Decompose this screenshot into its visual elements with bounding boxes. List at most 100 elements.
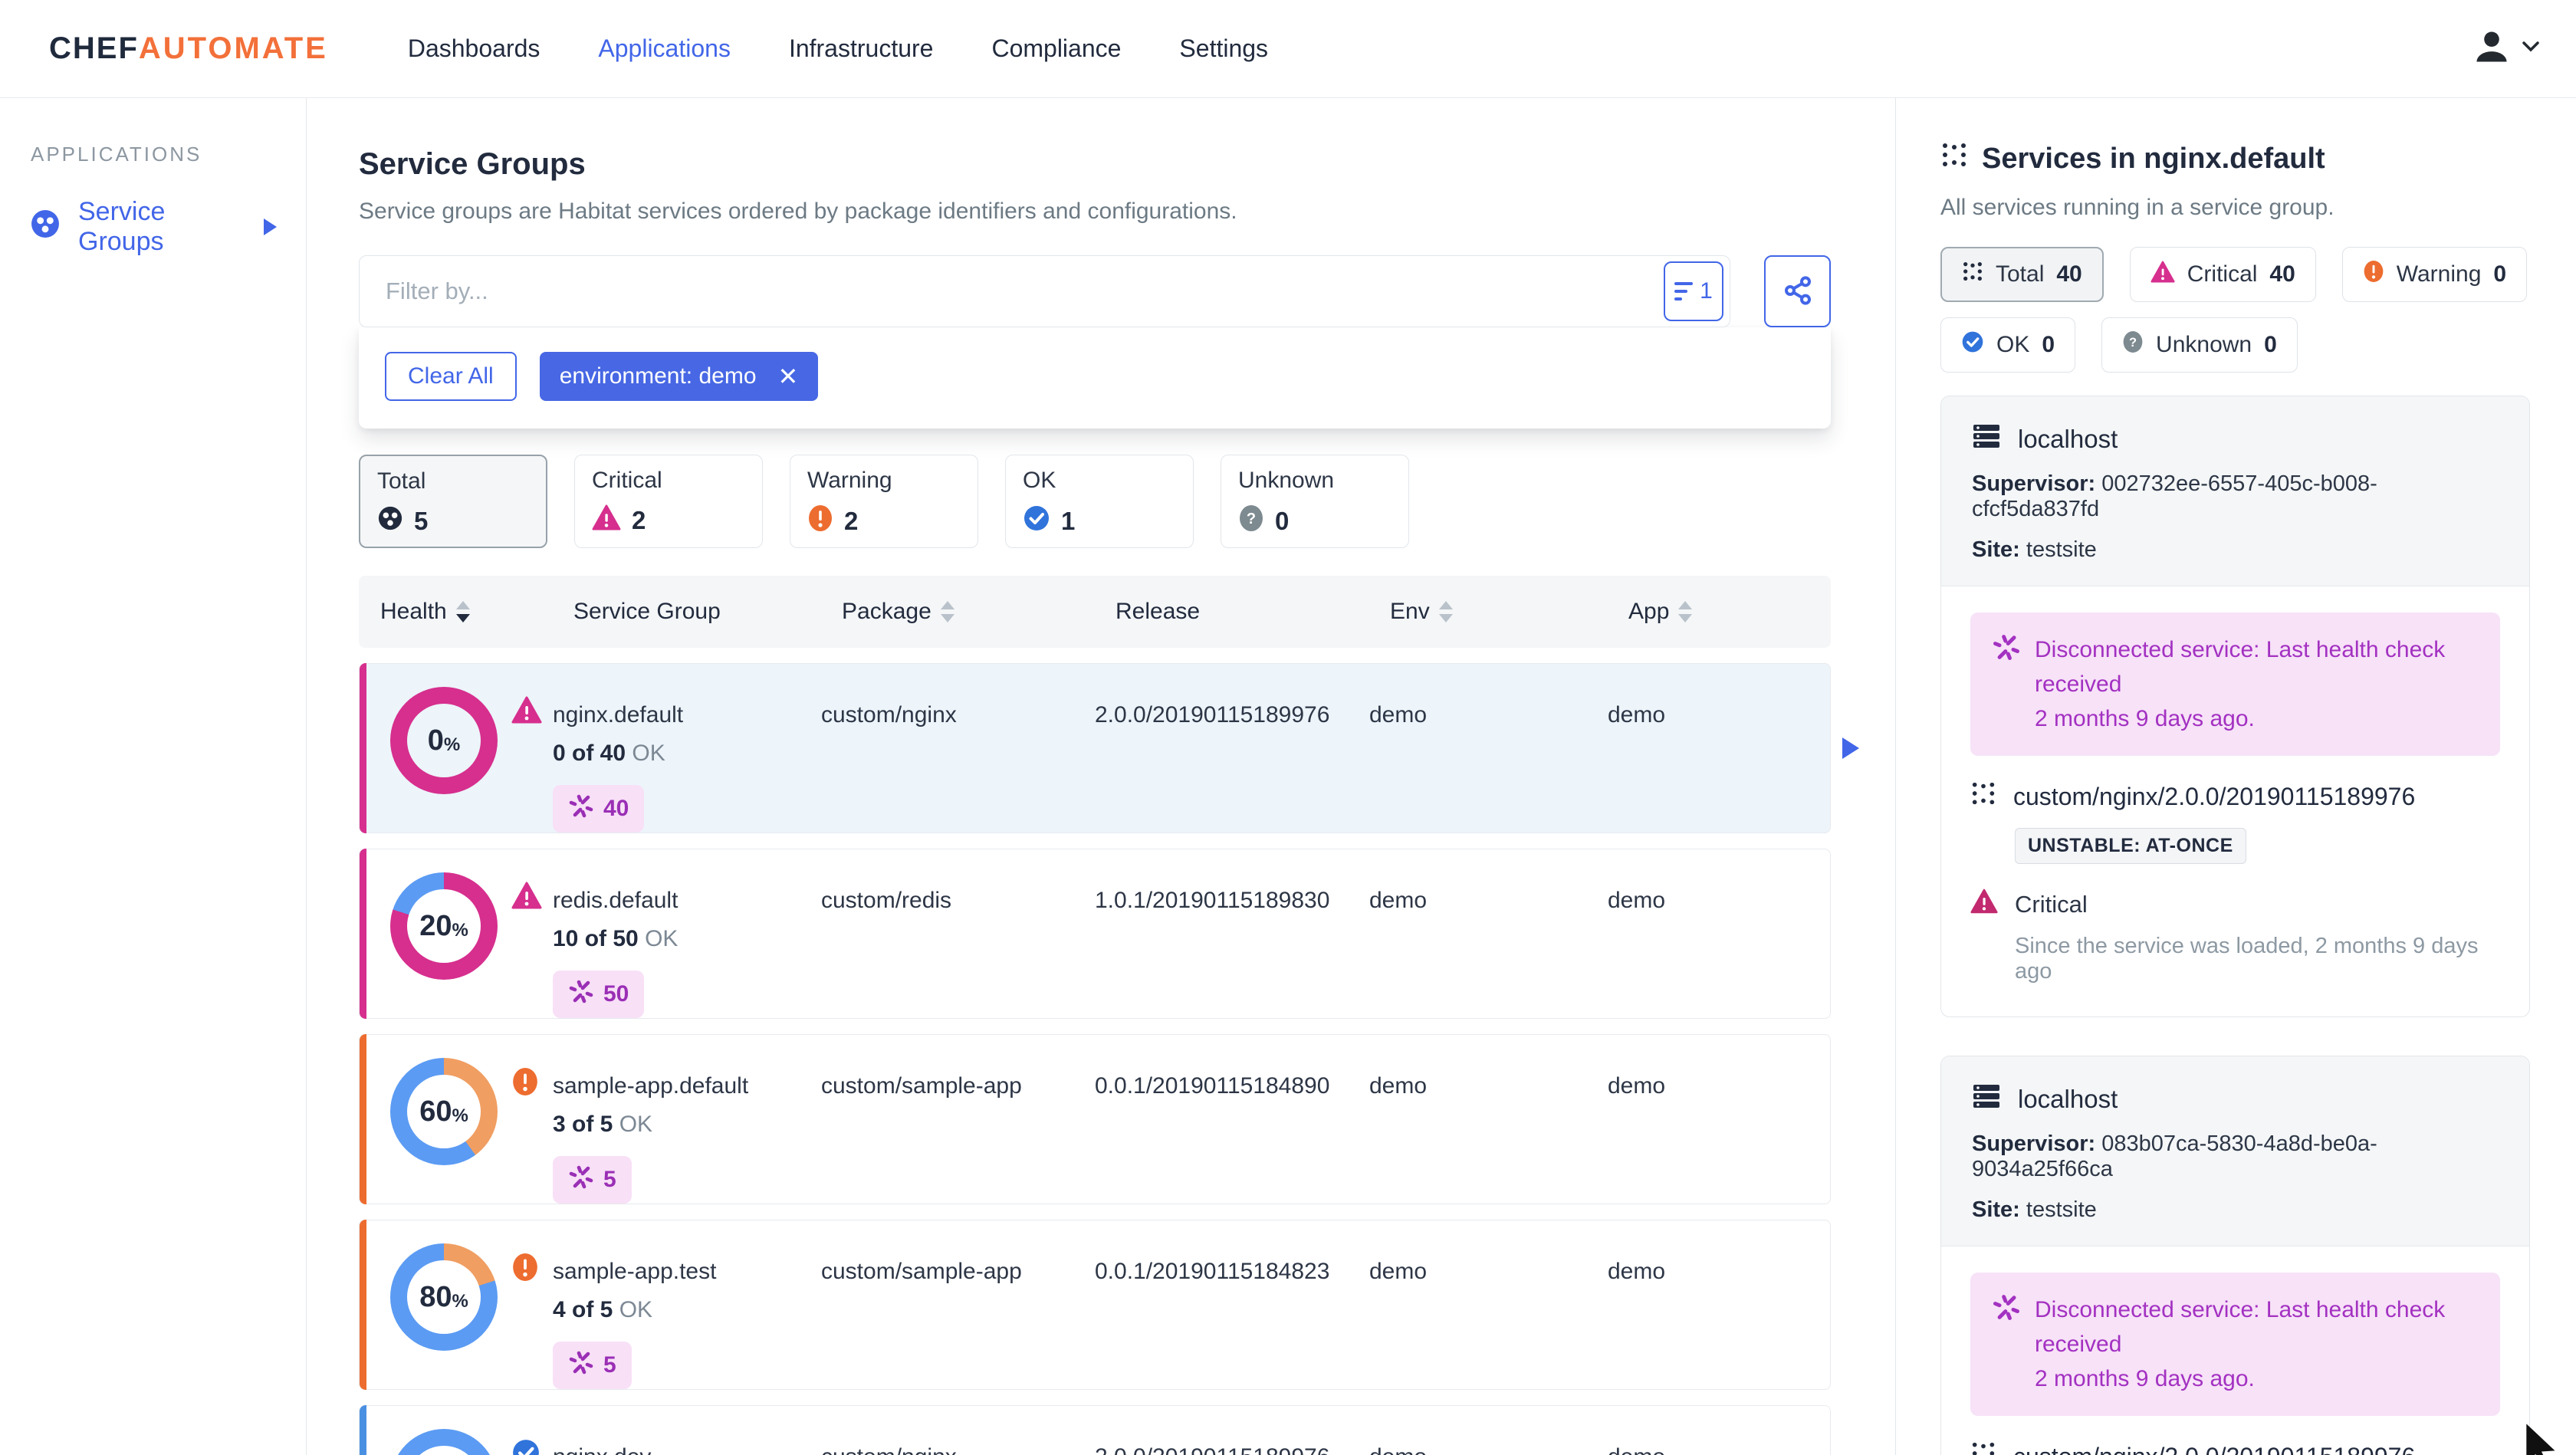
warning-icon xyxy=(511,1067,539,1100)
sidebar-item-label: Service Groups xyxy=(78,197,166,256)
page-title: Service Groups xyxy=(359,147,586,181)
status-filter-cards: Total 5 Critical 2 Warning 2 OK 1 Unknow… xyxy=(359,455,1895,548)
table-row[interactable]: 80% sample-app.test 4 of 5 OK 5 custom/s… xyxy=(359,1220,1831,1390)
broken-link-icon xyxy=(568,793,594,825)
column-header-service-group: Service Group xyxy=(573,599,721,624)
ok-icon xyxy=(1023,504,1050,538)
badge-total[interactable]: Total 40 xyxy=(1940,247,2104,302)
critical-icon xyxy=(511,696,542,728)
site-name: testsite xyxy=(2026,537,2097,562)
server-icon xyxy=(1972,422,2001,456)
status-card-label: Total xyxy=(377,468,426,494)
column-header-health[interactable]: Health xyxy=(359,599,552,625)
svg-text:?: ? xyxy=(2129,336,2137,350)
mouse-cursor xyxy=(2515,1421,2568,1455)
broken-link-icon xyxy=(568,1349,594,1381)
status-card-label: Warning xyxy=(807,468,892,493)
app-cell: demo xyxy=(1608,1259,1666,1284)
release-cell: 2.0.0/20190115189976 xyxy=(1095,1406,1369,1455)
warning-icon xyxy=(511,1253,539,1286)
package-cell: custom/nginx xyxy=(821,1406,1095,1455)
status-card-value: 1 xyxy=(1061,507,1076,535)
status-card-critical[interactable]: Critical 2 xyxy=(574,455,763,548)
sidebar-section-label: APPLICATIONS xyxy=(31,143,202,166)
package-cell: custom/sample-app xyxy=(821,1073,1022,1099)
nav-dashboards[interactable]: Dashboards xyxy=(408,34,540,63)
user-menu[interactable] xyxy=(2475,30,2539,67)
svg-text:?: ? xyxy=(1247,511,1256,527)
chef-automate-logo[interactable]: CHEF AUTOMATE xyxy=(49,31,328,66)
column-header-package[interactable]: Package xyxy=(820,599,1094,625)
warning-icon xyxy=(2363,260,2384,289)
badge-ok[interactable]: OK 0 xyxy=(1940,317,2076,373)
app-cell: demo xyxy=(1608,1406,1830,1455)
badge-unknown[interactable]: ? Unknown 0 xyxy=(2101,317,2298,373)
column-header-app[interactable]: App xyxy=(1607,599,1831,625)
update-strategy-tag: UNSTABLE: AT-ONCE xyxy=(2015,828,2246,864)
status-since: Since the service was loaded, 2 months 9… xyxy=(2015,934,2479,984)
env-cell: demo xyxy=(1369,888,1428,913)
health-ring: 60% xyxy=(390,1058,498,1165)
package-cell: custom/nginx xyxy=(821,702,957,728)
table-row[interactable]: 60% sample-app.default 3 of 5 OK 5 custo… xyxy=(359,1034,1831,1204)
critical-icon xyxy=(1970,888,1998,920)
service-status: Critical xyxy=(2015,890,2088,918)
service-group-name: redis.default xyxy=(553,888,678,913)
table-row[interactable]: 0% nginx.default 0 of 40 OK 40 custom/ng… xyxy=(359,663,1859,833)
status-card-unknown[interactable]: Unknown ? 0 xyxy=(1221,455,1409,548)
service-card-header: localhost Supervisor: 002732ee-6557-405c… xyxy=(1941,396,2529,586)
status-card-total[interactable]: Total 5 xyxy=(359,455,547,548)
unknown-icon: ? xyxy=(2122,330,2144,360)
selected-row-arrow-icon xyxy=(1842,737,1859,759)
sort-icon xyxy=(1678,601,1693,622)
ok-icon xyxy=(511,1438,540,1455)
site-name: testsite xyxy=(2026,1197,2097,1222)
status-card-value: 0 xyxy=(1275,507,1290,535)
critical-icon xyxy=(511,882,542,913)
table-row[interactable]: 100% nginx.dev 10 of 10 OK 10 custom/ngi… xyxy=(359,1405,1831,1455)
primary-nav: Dashboards Applications Infrastructure C… xyxy=(408,34,1268,63)
package-cell: custom/sample-app xyxy=(821,1259,1022,1284)
column-header-release: Release xyxy=(1116,599,1201,624)
nav-applications[interactable]: Applications xyxy=(598,34,731,63)
status-card-ok[interactable]: OK 1 xyxy=(1005,455,1194,548)
env-cell: demo xyxy=(1369,1259,1428,1284)
active-filters-panel: Clear All environment: demo ✕ xyxy=(359,327,1831,429)
clear-all-button[interactable]: Clear All xyxy=(385,352,517,401)
table-row[interactable]: 20% redis.default 10 of 50 OK 50 custom/… xyxy=(359,849,1831,1019)
remove-filter-icon[interactable]: ✕ xyxy=(778,364,799,389)
release-cell: 1.0.1/20190115189830 xyxy=(1095,888,1330,913)
service-groups-icon xyxy=(31,209,60,245)
nav-infrastructure[interactable]: Infrastructure xyxy=(789,34,934,63)
service-package: custom/nginx/2.0.0/20190115189976 xyxy=(2013,1443,2415,1455)
sidebar-item-service-groups[interactable]: Service Groups xyxy=(0,197,306,257)
filter-input[interactable] xyxy=(360,278,1664,305)
filter-chip-environment-demo[interactable]: environment: demo ✕ xyxy=(539,352,819,401)
total-services-icon xyxy=(377,505,403,537)
broken-link-icon xyxy=(1992,1292,2021,1396)
disconnected-count-badge: 50 xyxy=(553,971,645,1018)
release-cell: 0.0.1/20190115184890 xyxy=(1095,1073,1330,1099)
release-cell: 0.0.1/20190115184823 xyxy=(1095,1259,1330,1284)
status-card-label: Critical xyxy=(592,468,662,493)
nav-settings[interactable]: Settings xyxy=(1179,34,1268,63)
status-card-value: 2 xyxy=(844,507,859,535)
disconnected-count-badge: 40 xyxy=(553,785,645,833)
share-icon xyxy=(1783,275,1813,308)
filter-count-button[interactable]: 1 xyxy=(1664,261,1723,321)
service-package: custom/nginx/2.0.0/20190115189976 xyxy=(2013,782,2416,810)
filter-chip-label: environment: demo xyxy=(559,363,757,389)
badge-critical[interactable]: Critical 40 xyxy=(2129,247,2316,302)
service-group-name: sample-app.default xyxy=(553,1073,749,1099)
nav-compliance[interactable]: Compliance xyxy=(991,34,1121,63)
status-card-warning[interactable]: Warning 2 xyxy=(790,455,978,548)
share-button[interactable] xyxy=(1764,255,1831,327)
column-header-env[interactable]: Env xyxy=(1368,599,1607,625)
app-cell: demo xyxy=(1608,702,1666,728)
broken-link-icon xyxy=(568,978,594,1010)
package-cell: custom/redis xyxy=(821,888,952,913)
badge-warning[interactable]: Warning 0 xyxy=(2341,247,2528,302)
service-group-name: nginx.default xyxy=(553,702,684,728)
chevron-down-icon xyxy=(2522,41,2539,56)
service-card-header: localhost Supervisor: 083b07ca-5830-4a8d… xyxy=(1941,1056,2529,1246)
